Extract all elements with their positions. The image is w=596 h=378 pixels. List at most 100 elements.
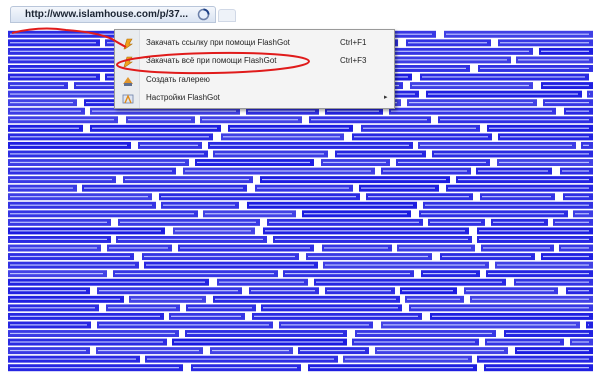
browser-tab[interactable]: http://www.islamhouse.com/p/37... [10,6,216,23]
link-text-line [518,59,589,61]
menu-item-label: Создать галерею [146,75,210,84]
link-text-line [483,247,550,249]
link-text-line [325,264,485,266]
link-text-line [202,119,298,121]
link-text-line [323,161,386,164]
link-text-line [230,127,349,129]
link-text-line [10,110,81,112]
menu-item-label: Настройки FlashGot [146,93,220,102]
link-text-line [487,341,560,343]
link-text-line [391,110,552,112]
tab-title: http://www.islamhouse.com/p/37... [25,9,188,20]
flashgot-icon [123,56,133,68]
link-text-line [10,221,107,223]
link-text-line [575,213,589,215]
link-text-line [281,324,369,326]
link-text-line [434,153,589,155]
context-menu: Закачать ссылку при помощи FlashGot Ctrl… [114,29,395,109]
menu-item-label: Закачать ссылку при помощи FlashGot [146,38,290,47]
link-text-line [316,281,502,283]
link-text-line [562,170,589,172]
link-text-line [466,290,554,292]
link-text-line [248,110,315,112]
link-text-line [10,358,136,360]
link-text-line [442,255,531,258]
link-text-line [541,50,589,52]
link-text-line [285,273,410,275]
link-text-line [109,247,168,249]
link-text-line [589,93,590,95]
link-text-line [499,161,589,164]
menu-item-download-link[interactable]: Закачать ссылку при помощи FlashGot Ctrl… [116,35,393,53]
link-text-line [140,144,198,146]
link-text-line [147,358,334,360]
link-text-line [99,324,269,326]
flashgot-icon [123,38,133,50]
link-text-line [516,281,589,283]
link-text-line [300,349,365,352]
link-text-line [84,187,243,189]
link-text-line [99,290,238,292]
link-text-line [561,247,589,249]
link-text-line [408,42,487,44]
link-text-line [10,93,131,95]
link-text-line [131,298,202,300]
link-text-line [254,315,418,317]
link-text-line [10,281,205,283]
link-text-line [251,290,315,292]
link-text-line [430,221,481,223]
browser-tab-bar: http://www.islamhouse.com/p/37... [0,0,596,28]
link-text-line [10,273,103,275]
link-text-line [174,341,343,343]
link-text-line [363,127,476,129]
submenu-arrow-icon: ▸ [384,94,388,101]
link-text-line [10,144,127,146]
link-text-line [412,84,529,87]
link-text-line [10,187,73,189]
link-text-line [493,221,544,223]
link-text-line [489,127,589,129]
menu-item-shortcut: Ctrl+F1 [340,38,367,47]
link-text-line [10,238,107,240]
link-text-line [368,196,469,198]
link-text-line [249,204,413,206]
link-text-line [311,119,427,121]
link-text-line [478,170,548,172]
link-text-line [310,367,473,369]
link-text-line [357,332,492,335]
link-text-line [10,290,86,292]
menu-item-download-all[interactable]: Закачать всё при помощи FlashGot Ctrl+F3 [116,53,393,71]
link-text-line [10,161,185,164]
link-text-line [422,76,585,78]
gallery-icon [123,77,133,86]
link-text-line [212,349,289,352]
link-text-line [10,264,135,266]
link-text-line [337,153,422,155]
link-block[interactable] [586,321,593,329]
link-text-line [223,136,340,138]
link-text-line [398,161,486,164]
link-text-line [263,307,398,309]
link-text-line [10,204,152,206]
menu-item-create-gallery[interactable]: Создать галерею [116,72,393,90]
link-text-line [500,136,589,138]
loading-spinner-icon[interactable] [197,8,210,21]
menu-item-flashgot-settings[interactable]: Настройки FlashGot ▸ [116,90,393,108]
link-text-line [92,127,217,129]
new-tab-button[interactable] [218,9,236,22]
link-text-line [545,102,589,104]
link-text-line [161,196,356,198]
link-text-line [10,42,96,44]
link-text-line [10,102,73,104]
link-text-line [354,136,488,138]
link-text-line [180,247,310,249]
link-text-line [10,136,209,138]
link-text-line [115,273,274,275]
link-text-line [215,153,324,155]
link-text-line [10,127,79,129]
menu-item-shortcut: Ctrl+F3 [340,56,367,65]
link-text-line [108,307,176,309]
link-text-line [568,290,589,292]
link-text-line [327,290,391,292]
link-text-line [497,264,589,266]
